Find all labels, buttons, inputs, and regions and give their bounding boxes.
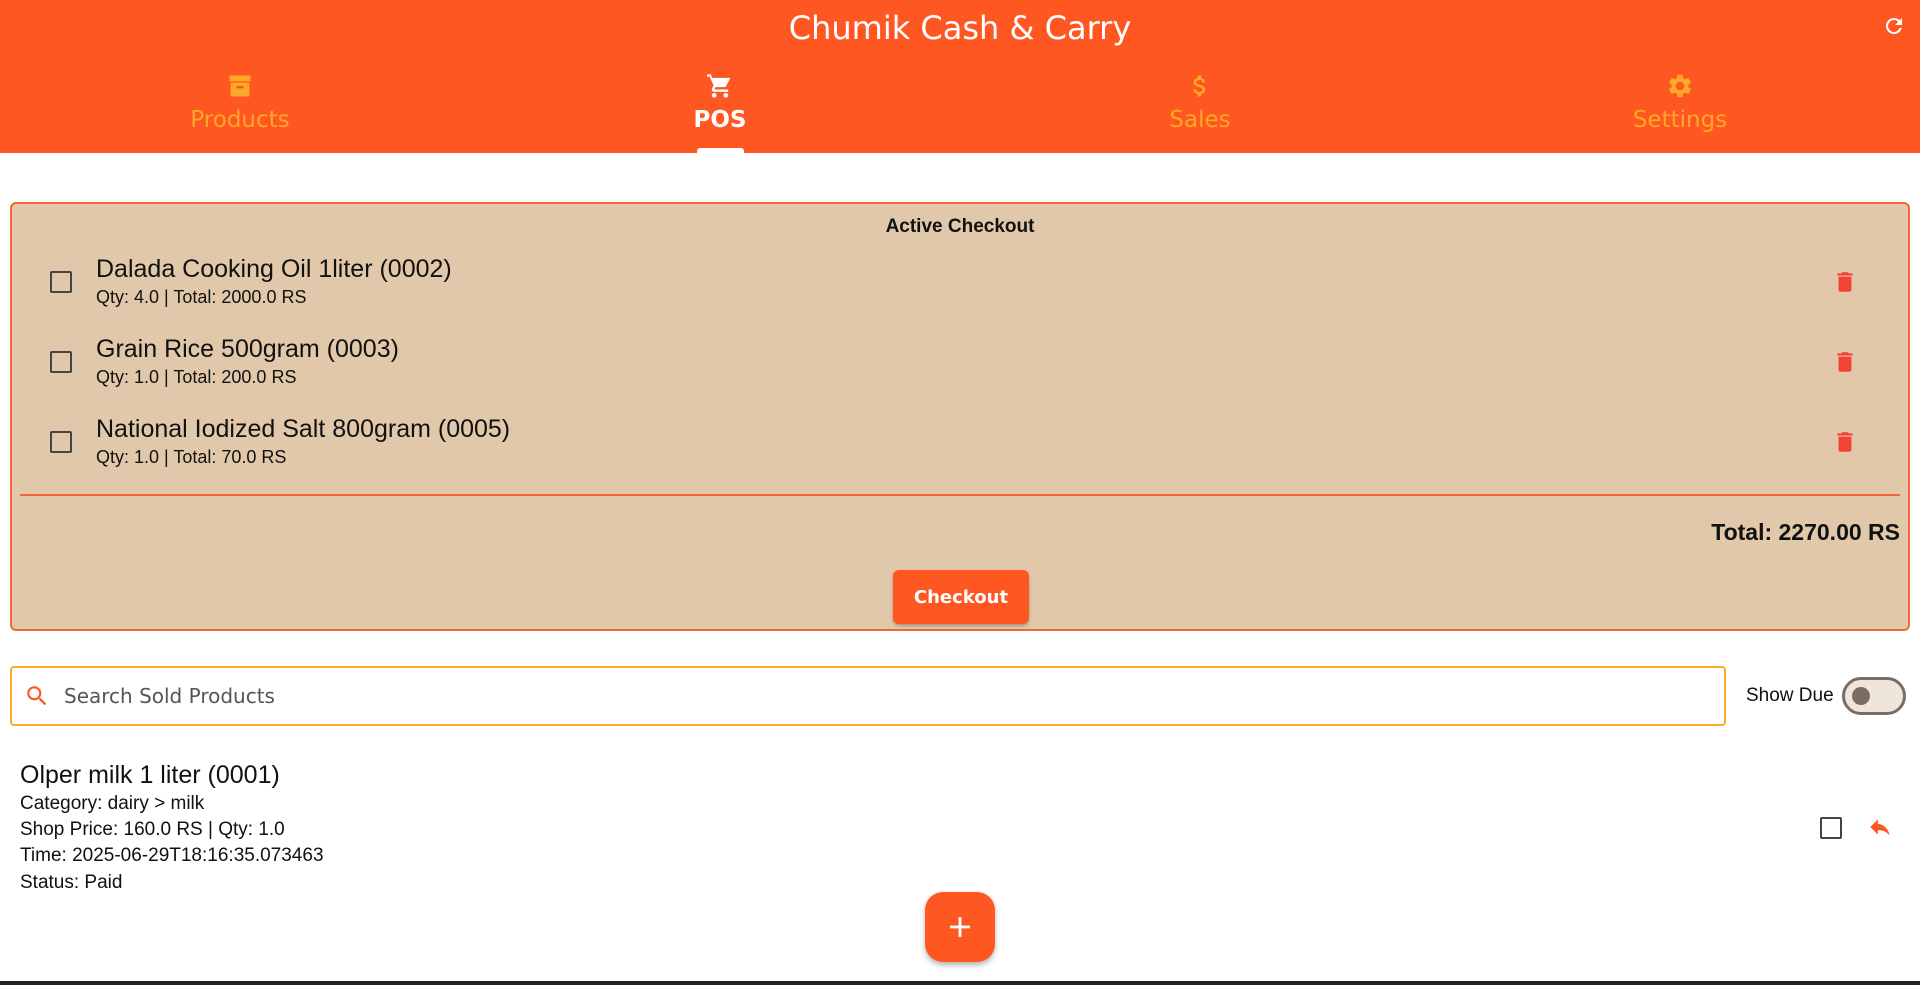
cart-item-name: Dalada Cooking Oil 1liter (0002): [96, 255, 452, 283]
cart-item-name: Grain Rice 500gram (0003): [96, 335, 399, 363]
active-checkout-panel: Active Checkout Dalada Cooking Oil 1lite…: [10, 202, 1910, 631]
show-due-toggle[interactable]: [1842, 677, 1906, 715]
tab-label: Sales: [1169, 107, 1231, 133]
app-title: Chumik Cash & Carry: [788, 9, 1132, 47]
archive-box-icon: [225, 71, 255, 101]
refresh-icon[interactable]: [1880, 12, 1908, 40]
cart-item-checkbox[interactable]: [50, 271, 72, 293]
cart-item-meta: Qty: 1.0 | Total: 70.0 RS: [96, 447, 287, 467]
cart-item: National Iodized Salt 800gram (0005) Qty…: [12, 407, 1908, 477]
checkout-total: Total: 2270.00 RS: [1711, 519, 1900, 545]
add-button[interactable]: [925, 892, 995, 962]
return-icon[interactable]: [1866, 814, 1894, 840]
panel-title: Active Checkout: [885, 216, 1035, 237]
gear-icon: [1665, 71, 1695, 101]
tab-pos[interactable]: POS: [480, 68, 960, 153]
cart-item-checkbox[interactable]: [50, 431, 72, 453]
tab-sales[interactable]: Sales: [960, 68, 1440, 153]
sold-item-checkbox[interactable]: [1820, 817, 1842, 839]
active-tab-indicator: [696, 148, 744, 153]
tab-label: POS: [693, 107, 747, 133]
delete-icon[interactable]: [1832, 348, 1858, 376]
checkout-button[interactable]: Checkout: [893, 570, 1029, 624]
sold-product-status: Status: Paid: [20, 872, 123, 893]
search-box: [10, 666, 1726, 726]
toggle-knob: [1852, 687, 1870, 705]
sold-product-time: Time: 2025-06-29T18:16:35.073463: [20, 845, 324, 866]
cart-item-meta: Qty: 1.0 | Total: 200.0 RS: [96, 367, 297, 387]
sold-product-price-qty: Shop Price: 160.0 RS | Qty: 1.0: [20, 819, 285, 840]
sold-product-category: Category: dairy > milk: [20, 793, 205, 814]
delete-icon[interactable]: [1832, 268, 1858, 296]
tab-products[interactable]: Products: [0, 68, 480, 153]
tab-label: Settings: [1632, 107, 1728, 133]
tab-bar: Products POS Sales Settings: [0, 68, 1920, 153]
delete-icon[interactable]: [1832, 428, 1858, 456]
cart-item: Grain Rice 500gram (0003) Qty: 1.0 | Tot…: [12, 327, 1908, 397]
show-due-label: Show Due: [1746, 685, 1834, 706]
plus-icon: [950, 917, 970, 937]
shopping-cart-icon: [705, 71, 735, 101]
app-bar: Chumik Cash & Carry Products POS Sales S…: [0, 0, 1920, 153]
cart-item-checkbox[interactable]: [50, 351, 72, 373]
window-bottom-border: [0, 981, 1920, 985]
cart-item-name: National Iodized Salt 800gram (0005): [96, 415, 511, 443]
tab-settings[interactable]: Settings: [1440, 68, 1920, 153]
cart-item-meta: Qty: 4.0 | Total: 2000.0 RS: [96, 287, 307, 307]
dollar-icon: [1185, 71, 1215, 101]
sold-product-name: Olper milk 1 liter (0001): [20, 761, 280, 789]
search-icon: [24, 683, 50, 709]
divider: [20, 494, 1900, 496]
search-input[interactable]: [64, 668, 1704, 723]
cart-item: Dalada Cooking Oil 1liter (0002) Qty: 4.…: [12, 247, 1908, 317]
sold-list-item: Olper milk 1 liter (0001) Category: dair…: [20, 758, 1900, 898]
tab-label: Products: [190, 107, 290, 133]
